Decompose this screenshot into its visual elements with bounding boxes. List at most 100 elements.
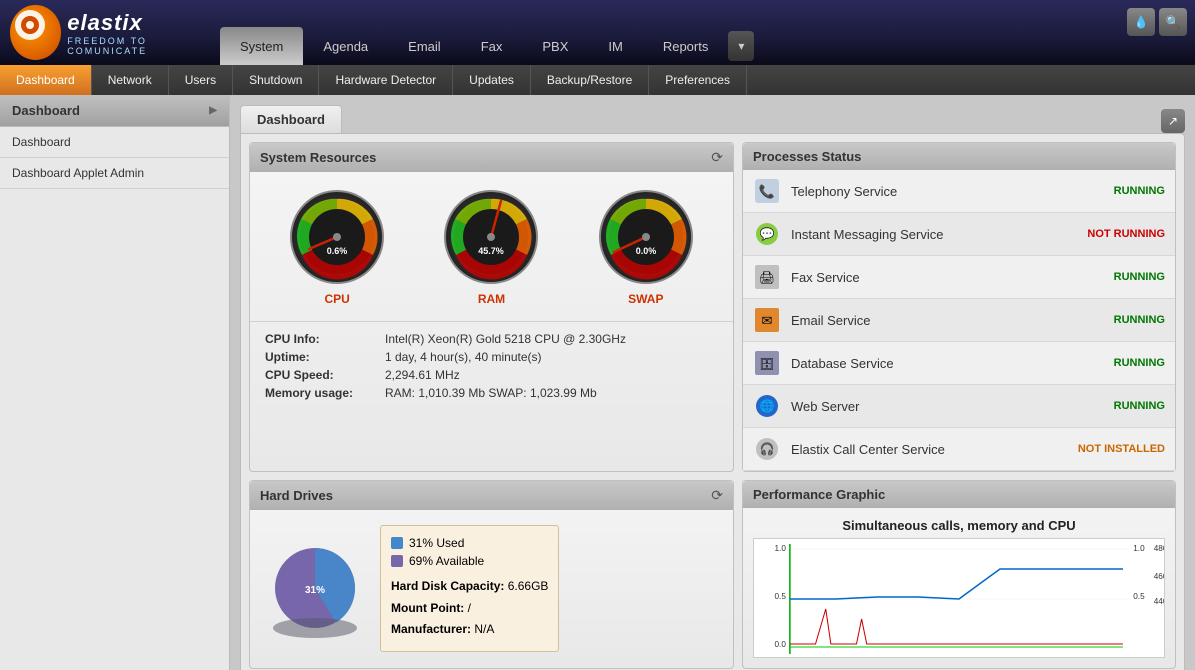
callcenter-status: NOT INSTALLED (1078, 443, 1165, 455)
tab-dashboard[interactable]: Dashboard (240, 105, 342, 133)
process-fax: 🖨 Fax Service RUNNING (743, 256, 1175, 299)
droplet-icon[interactable]: 💧 (1127, 8, 1155, 36)
search-icon[interactable]: 🔍 (1159, 8, 1187, 36)
email-name: Email Service (791, 313, 1114, 328)
legend-avail: 69% Available (391, 554, 548, 568)
subnav-preferences[interactable]: Preferences (649, 65, 747, 95)
svg-text:📞: 📞 (759, 183, 776, 199)
cpu-info-value: Intel(R) Xeon(R) Gold 5218 CPU @ 2.30GHz (385, 332, 626, 346)
bottom-panels-row: Hard Drives ⟳ 31% (249, 480, 1176, 669)
main-layout: Dashboard ▶ Dashboard Dashboard Applet A… (0, 95, 1195, 670)
used-dot (391, 537, 403, 549)
sidebar-header: Dashboard ▶ (0, 95, 229, 127)
tab-expand-btn[interactable]: ↗ (1161, 109, 1185, 133)
sidebar-item-applet-admin[interactable]: Dashboard Applet Admin (0, 158, 229, 189)
fax-name: Fax Service (791, 270, 1114, 285)
logo: elastix FREEDOM TO COMUNICATE (10, 5, 220, 60)
memory-label: Memory usage: (265, 386, 385, 400)
hard-drives-panel: Hard Drives ⟳ 31% (249, 480, 734, 669)
nav-tab-pbx[interactable]: PBX (522, 27, 588, 65)
callcenter-icon: 🎧 (753, 435, 781, 463)
subnav-backup-restore[interactable]: Backup/Restore (531, 65, 649, 95)
fax-icon: 🖨 (753, 263, 781, 291)
nav-tab-fax[interactable]: Fax (461, 27, 523, 65)
process-email: ✉ Email Service RUNNING (743, 299, 1175, 342)
avail-label: 69% Available (409, 554, 484, 568)
svg-text:0.6%: 0.6% (327, 246, 348, 256)
svg-text:0.0%: 0.0% (636, 246, 657, 256)
telephony-icon: 📞 (753, 177, 781, 205)
telephony-status: RUNNING (1114, 185, 1165, 197)
svg-text:🎧: 🎧 (760, 442, 775, 456)
nav-tab-email[interactable]: Email (388, 27, 461, 65)
processes-status-header: Processes Status (743, 143, 1175, 170)
performance-header: Performance Graphic (743, 481, 1175, 508)
sidebar: Dashboard ▶ Dashboard Dashboard Applet A… (0, 95, 230, 670)
cpu-label: CPU (324, 292, 349, 306)
nav-tab-agenda[interactable]: Agenda (303, 27, 388, 65)
gauges-row: 0.6% CPU (250, 172, 733, 321)
system-resources-panel: System Resources ⟳ (249, 142, 734, 472)
cpu-speed-row: CPU Speed: 2,294.61 MHz (265, 368, 718, 382)
nav-tab-more[interactable]: ▾ (728, 31, 754, 61)
used-label: 31% Used (409, 536, 464, 550)
legend-used: 31% Used (391, 536, 548, 550)
callcenter-name: Elastix Call Center Service (791, 442, 1078, 457)
process-db: 🗄 Database Service RUNNING (743, 342, 1175, 385)
header-icons: 💧 🔍 (1127, 8, 1187, 36)
db-name: Database Service (791, 356, 1114, 371)
cpu-speed-label: CPU Speed: (265, 368, 385, 382)
performance-chart: 1.0 0.5 0.0 1.0 0.5 480 460 440 (753, 538, 1165, 658)
system-resources-refresh[interactable]: ⟳ (711, 149, 723, 166)
nav-tab-system[interactable]: System (220, 27, 303, 65)
cpu-gauge: 0.6% (287, 187, 387, 287)
top-panels-row: System Resources ⟳ (249, 142, 1176, 472)
svg-text:31%: 31% (305, 585, 325, 596)
system-resources-header: System Resources ⟳ (250, 143, 733, 172)
capacity-row: Hard Disk Capacity: 6.66GB (391, 576, 548, 598)
system-resources-title: System Resources (260, 150, 376, 165)
subnav-hardware-detector[interactable]: Hardware Detector (319, 65, 453, 95)
fax-status: RUNNING (1114, 271, 1165, 283)
im-status: NOT RUNNING (1087, 228, 1165, 240)
hard-drives-refresh[interactable]: ⟳ (711, 487, 723, 504)
svg-text:0.5: 0.5 (775, 592, 787, 601)
content-area: Dashboard ↗ System Resources ⟳ (230, 95, 1195, 670)
disk-pie-chart: 31% (265, 538, 365, 638)
subnav-shutdown[interactable]: Shutdown (233, 65, 319, 95)
logo-text: elastix (67, 10, 220, 36)
sub-nav: Dashboard Network Users Shutdown Hardwar… (0, 65, 1195, 95)
mount-label: Mount Point: (391, 601, 464, 615)
nav-tab-im[interactable]: IM (588, 27, 642, 65)
svg-text:0.0: 0.0 (775, 640, 787, 649)
sidebar-title: Dashboard (12, 103, 80, 118)
swap-gauge: 0.0% (596, 187, 696, 287)
im-name: Instant Messaging Service (791, 227, 1087, 242)
processes-list: 📞 Telephony Service RUNNING 💬 Instant Me… (743, 170, 1175, 471)
tab-bar: Dashboard ↗ (240, 105, 1185, 133)
nav-tab-reports[interactable]: Reports (643, 27, 729, 65)
cpu-info-row: CPU Info: Intel(R) Xeon(R) Gold 5218 CPU… (265, 332, 718, 346)
svg-text:✉: ✉ (762, 313, 773, 328)
chart-title: Simultaneous calls, memory and CPU (753, 518, 1165, 533)
mount-row: Mount Point: / (391, 598, 548, 620)
drive-details: Hard Disk Capacity: 6.66GB Mount Point: … (391, 576, 548, 641)
swap-label: SWAP (628, 292, 663, 306)
memory-row: Memory usage: RAM: 1,010.39 Mb SWAP: 1,0… (265, 386, 718, 400)
sidebar-item-dashboard[interactable]: Dashboard (0, 127, 229, 158)
subnav-updates[interactable]: Updates (453, 65, 531, 95)
svg-text:1.0: 1.0 (1133, 544, 1145, 553)
email-icon: ✉ (753, 306, 781, 334)
im-icon: 💬 (753, 220, 781, 248)
hard-drives-title: Hard Drives (260, 488, 333, 503)
telephony-name: Telephony Service (791, 184, 1114, 199)
process-telephony: 📞 Telephony Service RUNNING (743, 170, 1175, 213)
performance-title: Performance Graphic (753, 487, 885, 502)
web-name: Web Server (791, 399, 1114, 414)
subnav-network[interactable]: Network (92, 65, 169, 95)
subnav-users[interactable]: Users (169, 65, 233, 95)
processes-status-panel: Processes Status 📞 Telephony Service RUN… (742, 142, 1176, 472)
process-web: 🌐 Web Server RUNNING (743, 385, 1175, 428)
subnav-dashboard[interactable]: Dashboard (0, 65, 92, 95)
drive-legend: 31% Used 69% Available Hard Disk Capacit… (380, 525, 559, 652)
